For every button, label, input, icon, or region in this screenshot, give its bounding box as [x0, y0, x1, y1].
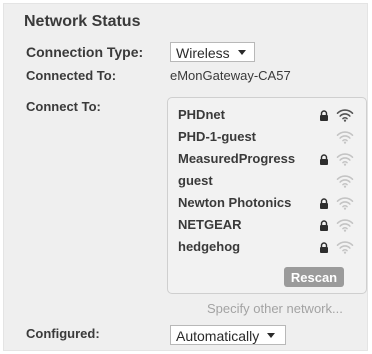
connected-to-label: Connected To:: [26, 68, 117, 83]
configured-label: Configured:: [26, 326, 100, 341]
configured-select[interactable]: Automatically: [170, 325, 286, 345]
wifi-signal-icon: [336, 153, 354, 166]
network-item[interactable]: hedgehog: [178, 239, 360, 257]
lock-icon: [320, 242, 328, 253]
connect-to-label: Connect To:: [26, 99, 101, 114]
network-item[interactable]: NETGEAR: [178, 217, 360, 235]
chevron-down-icon: [267, 333, 276, 338]
network-name: MeasuredProgress: [178, 151, 296, 166]
network-name: guest: [178, 173, 213, 188]
wifi-signal-icon: [336, 131, 354, 144]
network-item[interactable]: PHD-1-guest: [178, 129, 360, 147]
lock-icon: [320, 220, 328, 231]
network-name: Newton Photonics: [178, 195, 292, 210]
lock-icon: [320, 198, 328, 209]
configured-value: Automatically: [176, 327, 260, 344]
network-name: PHD-1-guest: [178, 129, 257, 144]
specify-other-network-link[interactable]: Specify other network...: [207, 301, 343, 316]
wifi-signal-icon: [336, 241, 354, 254]
lock-icon: [320, 154, 328, 165]
network-list: PHDnet PHD-1-guest MeasuredProgress guest Ne…: [167, 97, 367, 294]
network-name: PHDnet: [178, 107, 225, 122]
network-item[interactable]: PHDnet: [178, 107, 360, 125]
connection-type-select[interactable]: Wireless: [170, 42, 255, 62]
wifi-signal-icon: [336, 109, 354, 122]
wifi-signal-icon: [336, 219, 354, 232]
network-status-panel: Network Status Connection Type: Wireless…: [3, 3, 368, 351]
network-item[interactable]: guest: [178, 173, 360, 191]
network-item[interactable]: Newton Photonics: [178, 195, 360, 213]
panel-title: Network Status: [24, 13, 141, 30]
rescan-button[interactable]: Rescan: [284, 267, 344, 287]
lock-icon: [320, 110, 328, 121]
connection-type-value: Wireless: [176, 44, 230, 61]
wifi-signal-icon: [336, 197, 354, 210]
connected-to-value: eMonGateway-CA57: [170, 68, 291, 83]
chevron-down-icon: [237, 50, 246, 55]
network-name: hedgehog: [178, 239, 241, 254]
connection-type-label: Connection Type:: [26, 44, 144, 60]
network-item[interactable]: MeasuredProgress: [178, 151, 360, 169]
wifi-signal-icon: [336, 175, 354, 188]
network-name: NETGEAR: [178, 217, 242, 232]
